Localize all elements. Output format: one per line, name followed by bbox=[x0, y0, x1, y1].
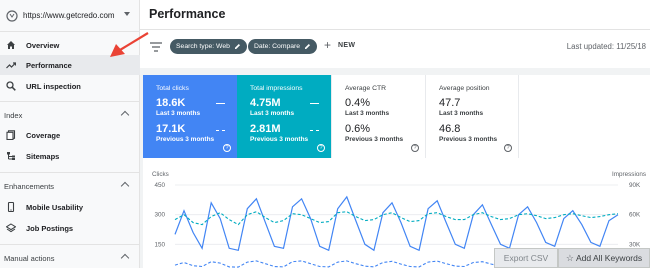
property-selector[interactable]: https://www.getcredo.com bbox=[0, 0, 140, 32]
annotation-arrow-icon bbox=[110, 32, 149, 57]
sidebar-item-sitemaps[interactable]: Sitemaps bbox=[0, 146, 140, 166]
section-title: Enhancements bbox=[4, 181, 55, 191]
metric-prev-value: 17.1K bbox=[156, 123, 186, 135]
right-tick-label: 60K bbox=[629, 212, 641, 219]
metric-value: 0.4% bbox=[345, 97, 371, 109]
star-icon: ☆ bbox=[565, 252, 574, 263]
metric-total-impressions[interactable]: Total impressions 4.75M Last 3 months 2.… bbox=[237, 75, 331, 158]
section-title: Index bbox=[4, 110, 23, 120]
chip-search-type[interactable]: Search type: Web bbox=[170, 39, 247, 54]
sidebar-item-mobile-usability[interactable]: Mobile Usability bbox=[0, 197, 140, 217]
chevron-up-icon[interactable] bbox=[120, 110, 130, 120]
property-url: https://www.getcredo.com bbox=[23, 11, 115, 20]
help-icon[interactable]: ? bbox=[411, 144, 419, 152]
solid-line-legend-icon bbox=[310, 103, 319, 104]
left-axis-label: Clicks bbox=[152, 171, 169, 178]
right-tick-label: 90K bbox=[629, 182, 641, 189]
add-all-keywords-button[interactable]: ☆ Add All Keywords bbox=[558, 248, 650, 268]
metric-prev-period: Previous 3 months bbox=[250, 136, 309, 143]
metric-title: Total clicks bbox=[156, 85, 189, 92]
metric-prev-period: Previous 3 months bbox=[345, 136, 404, 143]
sidebar-item-label: URL inspection bbox=[26, 81, 81, 91]
page-header: Performance bbox=[140, 0, 650, 30]
metric-prev-value: 0.6% bbox=[345, 123, 371, 135]
export-csv-button[interactable]: Export CSV bbox=[494, 248, 558, 268]
right-axis-label: Impressions bbox=[612, 171, 646, 178]
chip-label: Search type: Web bbox=[176, 43, 230, 50]
new-label: NEW bbox=[338, 41, 356, 49]
metric-prev-value: 2.81M bbox=[250, 123, 281, 135]
new-filter-button[interactable]: + NEW bbox=[324, 38, 356, 52]
metric-title: Average position bbox=[439, 85, 490, 92]
chevron-down-icon[interactable] bbox=[124, 12, 130, 16]
edit-icon bbox=[305, 44, 311, 49]
dashed-line-legend-icon bbox=[310, 130, 319, 131]
help-icon[interactable]: ? bbox=[223, 144, 231, 152]
chip-label: Date: Compare bbox=[254, 43, 301, 50]
last-updated: Last updated: 11/25/18 bbox=[566, 42, 646, 51]
export-label: Export CSV bbox=[503, 253, 549, 263]
sidebar-item-url-inspection[interactable]: URL inspection bbox=[0, 76, 140, 96]
search-icon bbox=[6, 81, 16, 91]
dashed-line-legend-icon bbox=[216, 130, 225, 131]
metric-title: Total impressions bbox=[250, 85, 303, 92]
coverage-icon bbox=[6, 130, 16, 140]
help-icon[interactable]: ? bbox=[504, 144, 512, 152]
plus-icon: + bbox=[324, 38, 332, 52]
section-enhancements[interactable]: Enhancements bbox=[0, 178, 140, 194]
layers-icon bbox=[6, 223, 16, 233]
globe-icon bbox=[6, 9, 18, 22]
solid-line-legend-icon bbox=[216, 103, 225, 104]
sidebar-item-label: Coverage bbox=[26, 130, 61, 140]
divider bbox=[0, 244, 140, 245]
left-tick-label: 450 bbox=[154, 182, 165, 189]
page-title: Performance bbox=[149, 7, 226, 21]
chevron-up-icon[interactable] bbox=[120, 181, 130, 191]
left-axis-ticks: 450 300 150 bbox=[154, 182, 165, 248]
trending-up-icon bbox=[6, 62, 16, 69]
left-tick-label: 300 bbox=[154, 212, 165, 219]
metric-prev-value: 46.8 bbox=[439, 123, 461, 135]
phone-icon bbox=[7, 202, 15, 212]
sidebar-item-label: Mobile Usability bbox=[26, 202, 84, 212]
sidebar-item-job-postings[interactable]: Job Postings bbox=[0, 218, 140, 238]
sidebar-item-label: Sitemaps bbox=[26, 151, 60, 161]
metric-total-clicks[interactable]: Total clicks 18.6K Last 3 months 17.1K P… bbox=[143, 75, 237, 158]
section-index[interactable]: Index bbox=[0, 107, 140, 123]
metric-prev-period: Previous 3 months bbox=[439, 136, 498, 143]
metric-period: Last 3 months bbox=[345, 110, 390, 117]
divider bbox=[0, 172, 140, 173]
right-axis-ticks: 90K60K30K bbox=[629, 182, 641, 248]
metric-prev-period: Previous 3 months bbox=[156, 136, 215, 143]
sidebar-item-label: Performance bbox=[26, 60, 72, 70]
section-manual-actions[interactable]: Manual actions bbox=[0, 250, 140, 266]
sidebar-item-label: Job Postings bbox=[26, 223, 74, 233]
metric-title: Average CTR bbox=[345, 85, 387, 92]
left-tick-label: 150 bbox=[154, 241, 165, 248]
help-icon[interactable]: ? bbox=[317, 144, 325, 152]
divider bbox=[0, 101, 140, 102]
clicks-line bbox=[174, 195, 619, 252]
home-icon bbox=[7, 41, 15, 49]
add-all-label: Add All Keywords bbox=[575, 253, 643, 263]
metric-value: 47.7 bbox=[439, 97, 461, 109]
section-title: Manual actions bbox=[4, 253, 55, 263]
chevron-up-icon[interactable] bbox=[120, 253, 130, 263]
metric-period: Last 3 months bbox=[439, 110, 484, 117]
sidebar-item-coverage[interactable]: Coverage bbox=[0, 125, 140, 145]
edit-icon bbox=[234, 44, 240, 49]
sidebar-item-label: Overview bbox=[26, 40, 60, 50]
metric-average-position[interactable]: Average position 47.7 Last 3 months 46.8… bbox=[425, 75, 519, 158]
metric-average-ctr[interactable]: Average CTR 0.4% Last 3 months 0.6% Prev… bbox=[331, 75, 425, 158]
chip-date[interactable]: Date: Compare bbox=[248, 39, 318, 54]
filter-bar: Search type: Web Date: Compare + NEW Las… bbox=[140, 30, 650, 68]
metric-period: Last 3 months bbox=[156, 110, 201, 117]
metric-period: Last 3 months bbox=[250, 110, 295, 117]
sitemap-icon bbox=[7, 152, 15, 160]
